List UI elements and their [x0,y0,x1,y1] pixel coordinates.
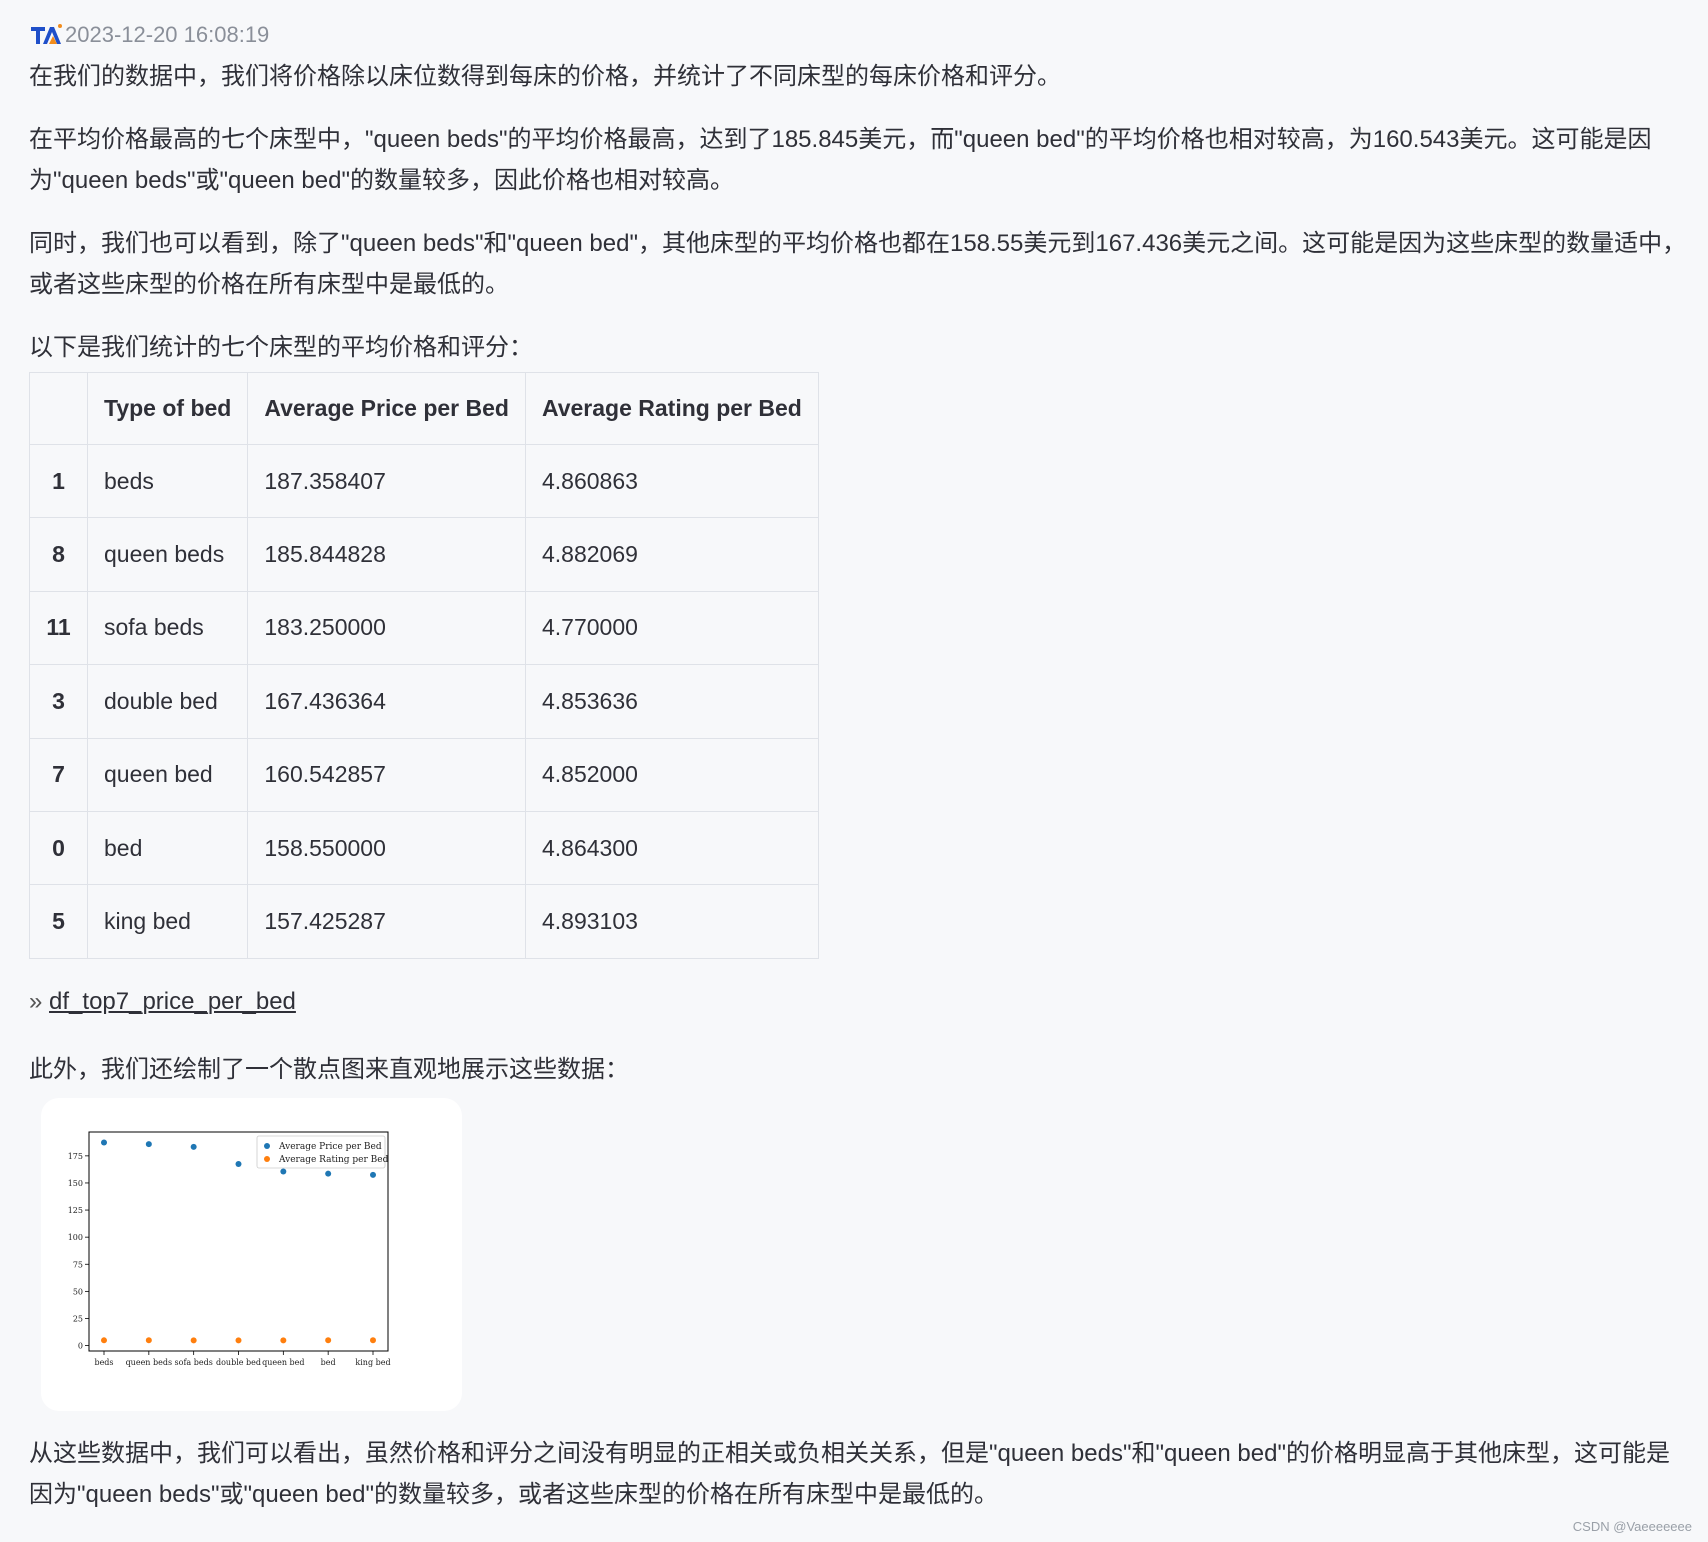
table-row: 8 queen beds 185.844828 4.882069 [29,517,819,592]
chevron-right-icon: » [29,987,43,1015]
price-point [325,1170,332,1177]
rating-point [235,1337,242,1344]
bed-type-cell: bed [86,810,249,886]
price-cell: 187.358407 [247,443,526,519]
price-cell: 157.425287 [247,884,526,959]
bed-price-table: Type of bed Average Price per Bed Averag… [29,372,819,959]
rating-cell: 4.893103 [524,884,819,959]
message-timestamp: 2023-12-20 16:08:19 [65,22,270,47]
scatter-chart: 0 25 50 75 100 125 150 175 beds queen beds sofa be… [68,1131,391,1367]
table-row: 5 king bed 157.425287 4.893103 [29,884,819,959]
paragraph-intro: 在我们的数据中，我们将价格除以床位数得到每床的价格，并统计了不同床型的每床价格和… [29,63,1061,90]
rating-point [370,1337,376,1344]
table-row: 0 bed 158.550000 4.864300 [29,810,819,886]
table-header-type: Type of bed [86,372,249,445]
message-header: 2023-12-20 16:08:19 [29,18,1689,52]
price-cell: 185.844828 [247,517,526,592]
row-index: 5 [29,884,88,959]
row-index: 3 [29,664,88,739]
rating-cell: 4.860863 [524,443,819,519]
table-header-price: Average Price per Bed [247,372,526,445]
row-index: 11 [29,590,88,666]
table-row: 11 sofa beds 183.250000 4.770000 [29,590,819,666]
x-tick-label: bed [321,1358,336,1367]
rating-point [190,1337,197,1344]
scatter-chart-card[interactable]: 0 25 50 75 100 125 150 175 beds queen beds sofa be… [41,1097,462,1411]
row-index: 1 [29,443,88,519]
x-tick-label: queen beds [126,1358,173,1367]
table-row: 1 beds 187.358407 4.860863 [29,443,819,519]
rating-point [325,1337,332,1344]
bed-type-cell: queen beds [86,517,249,592]
paragraph-chart-intro: 此外，我们还绘制了一个散点图来直观地展示这些数据： [29,1055,629,1083]
rating-cell: 4.853636 [524,664,819,739]
bed-type-cell: beds [86,443,249,519]
y-tick-label: 25 [73,1314,83,1323]
price-point [370,1171,376,1178]
table-row: 7 queen bed 160.542857 4.852000 [29,737,819,812]
x-tick-label: queen bed [262,1358,304,1367]
watermark: CSDN @Vaeeeeeee [1572,1519,1692,1534]
legend-label: Average Price per Bed [278,1142,382,1152]
y-tick-label: 125 [68,1206,83,1215]
paragraph-conclusion: 从这些数据中，我们可以看出，虽然价格和评分之间没有明显的正相关或负相关关系，但是… [29,1439,1670,1508]
rating-cell: 4.852000 [524,737,819,812]
row-index: 8 [29,517,88,592]
price-point [280,1168,287,1175]
paragraph-other-types: 同时，我们也可以看到，除了"queen beds"和"queen bed"，其他… [29,230,1687,298]
legend-marker [264,1155,270,1162]
y-tick-label: 75 [73,1260,83,1269]
table-header-rating: Average Rating per Bed [524,372,819,445]
price-cell: 183.250000 [247,590,526,666]
y-tick-label: 175 [68,1152,83,1161]
dataframe-reference: » df_top7_price_per_bed [29,985,1689,1019]
bed-type-cell: king bed [86,884,249,959]
row-index: 7 [29,737,88,812]
y-tick-label: 100 [68,1233,83,1242]
price-point [101,1139,107,1146]
price-cell: 167.436364 [247,664,526,739]
chat-message: 2023-12-20 16:08:19 在我们的数据中，我们将价格除以床位数得到… [29,18,1689,1515]
paragraph-table-intro: 以下是我们统计的七个床型的平均价格和评分： [29,334,533,361]
price-point [235,1160,242,1167]
rating-cell: 4.770000 [524,590,819,666]
dataframe-link[interactable]: df_top7_price_per_bed [49,988,296,1015]
table-row: 3 double bed 167.436364 4.853636 [29,664,819,739]
rating-cell: 4.882069 [524,517,819,592]
table-header-index [29,372,88,445]
rating-point [101,1337,107,1344]
bed-type-cell: queen bed [86,737,249,812]
bed-type-cell: double bed [86,664,249,739]
y-tick-label: 50 [73,1287,83,1296]
x-tick-label: double bed [216,1358,261,1367]
rating-cell: 4.864300 [524,810,819,886]
rating-point [145,1337,152,1344]
legend-label: Average Rating per Bed [278,1155,389,1165]
x-tick-label: sofa beds [175,1358,213,1367]
table-header-row: Type of bed Average Price per Bed Averag… [29,372,819,445]
x-tick-label: beds [94,1358,113,1367]
price-point [145,1140,152,1147]
price-cell: 160.542857 [247,737,526,812]
row-index: 0 [29,810,88,886]
price-cell: 158.550000 [247,810,526,886]
price-point [190,1143,197,1150]
y-tick-label: 150 [68,1179,83,1188]
paragraph-top-price: 在平均价格最高的七个床型中，"queen beds"的平均价格最高，达到了185… [29,126,1652,194]
y-tick-label: 0 [78,1341,83,1350]
rating-point [280,1337,287,1344]
ta-logo-icon [31,24,62,44]
x-tick-label: king bed [355,1358,390,1367]
legend-marker [264,1142,270,1149]
bed-type-cell: sofa beds [86,590,249,666]
